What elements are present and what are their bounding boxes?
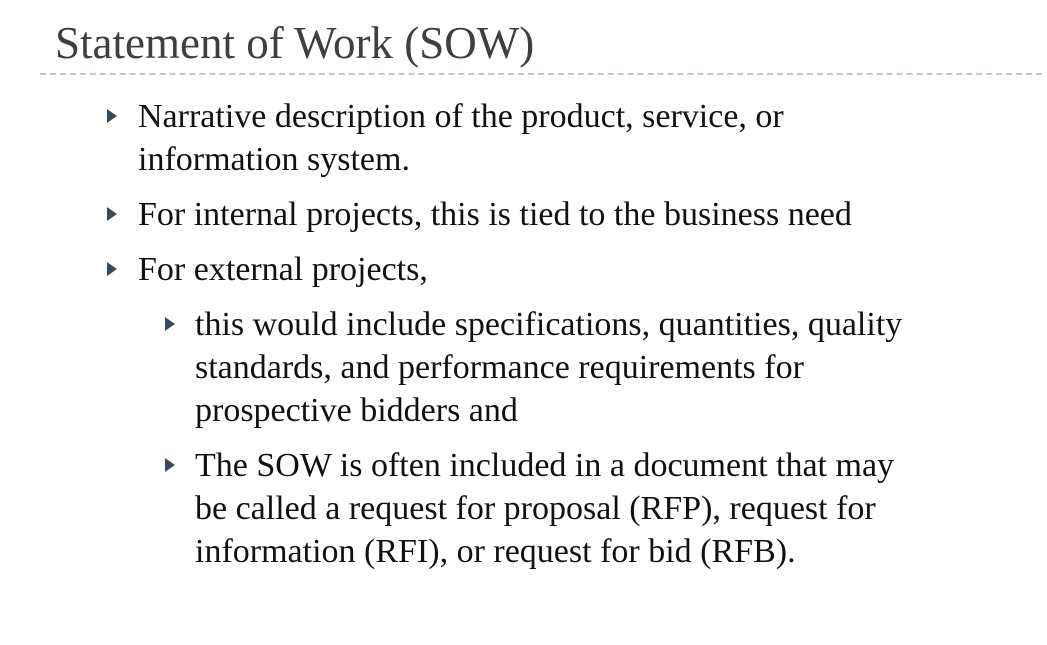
bullet-line: prospective bidders and [195,392,518,429]
bullet-text: this would include specifications, quant… [195,303,1047,432]
triangle-right-icon [165,317,175,331]
bullet-line: For internal projects, this is tied to t… [138,196,852,233]
slide: Statement of Work (SOW) Narrative descri… [0,0,1047,645]
sub-bullet-item: this would include specifications, quant… [0,303,1047,432]
slide-title: Statement of Work (SOW) [55,18,535,68]
bullet-text: The SOW is often included in a document … [195,444,1047,573]
bullet-text: Narrative description of the product, se… [138,95,1047,181]
bullet-line: information (RFI), or request for bid (R… [195,533,796,570]
bullet-line: standards, and performance requirements … [195,349,804,386]
bullet-text: For external projects, [138,248,1047,291]
triangle-right-icon [107,109,117,123]
bullet-line: be called a request for proposal (RFP), … [195,490,876,527]
title-divider [40,73,1042,75]
bullet-item: For internal projects, this is tied to t… [0,193,1047,236]
bullet-text: For internal projects, this is tied to t… [138,193,1047,236]
bullet-line: For external projects, [138,251,428,288]
bullet-list: Narrative description of the product, se… [0,95,1047,573]
sub-bullet-item: The SOW is often included in a document … [0,444,1047,573]
bullet-line: information system. [138,141,410,178]
bullet-item: Narrative description of the product, se… [0,95,1047,181]
triangle-right-icon [107,207,117,221]
triangle-right-icon [107,262,117,276]
bullet-line: Narrative description of the product, se… [138,98,784,135]
bullet-item: For external projects, [0,248,1047,291]
triangle-right-icon [165,458,175,472]
bullet-line: The SOW is often included in a document … [195,447,895,484]
bullet-line: this would include specifications, quant… [195,306,903,343]
